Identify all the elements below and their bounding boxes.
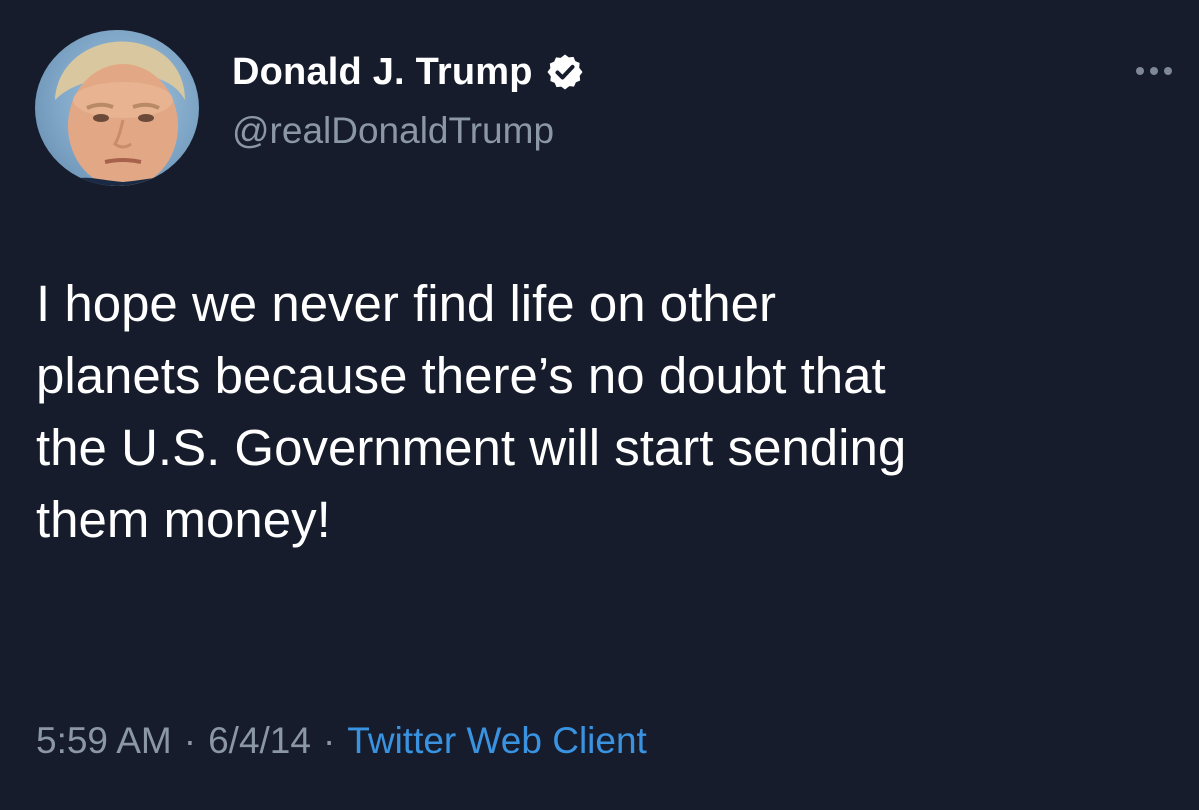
author-display-name[interactable]: Donald J. Trump [232, 51, 533, 94]
verified-badge-icon [547, 54, 583, 90]
profile-photo-icon [55, 41, 187, 186]
tweet-time[interactable]: 5:59 AM [36, 720, 172, 762]
ellipsis-icon[interactable] [1136, 64, 1186, 78]
dot [1164, 67, 1172, 75]
separator: · [183, 720, 197, 761]
separator: · [322, 720, 336, 761]
tweet-date[interactable]: 6/4/14 [208, 720, 311, 762]
tweet: Donald J. Trump @realDonaldTrump I hope … [0, 0, 1199, 810]
tweet-metadata: 5:59 AM · 6/4/14 · Twitter Web Client [36, 720, 647, 762]
tweet-source-link[interactable]: Twitter Web Client [347, 720, 647, 762]
tweet-text-line: I hope we never find life on other [36, 275, 776, 332]
dot [1150, 67, 1158, 75]
tweet-text-line: planets because there’s no doubt that [36, 347, 886, 404]
author-name-row[interactable]: Donald J. Trump [232, 50, 585, 94]
tweet-text-line: the U.S. Government will start sending [36, 419, 907, 476]
tweet-text-line: them money! [36, 491, 331, 548]
tweet-text: I hope we never find life on other plane… [36, 268, 1176, 556]
author-handle[interactable]: @realDonaldTrump [232, 110, 554, 152]
avatar[interactable] [35, 30, 199, 186]
dot [1136, 67, 1144, 75]
